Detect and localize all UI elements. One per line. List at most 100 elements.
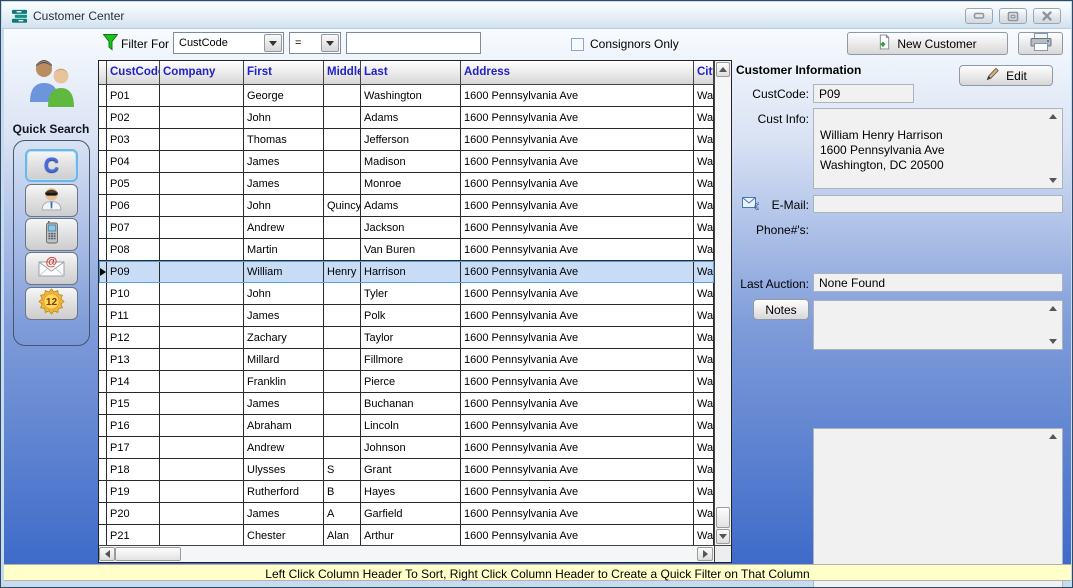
- cell-first: James: [244, 393, 324, 415]
- consignors-only-checkbox[interactable]: [571, 38, 584, 51]
- edit-button[interactable]: Edit: [959, 65, 1053, 86]
- scrollbar-corner: [714, 545, 731, 562]
- scroll-right-button[interactable]: [697, 547, 713, 561]
- row-indicator: [99, 129, 107, 151]
- table-row[interactable]: P03ThomasJefferson1600 Pennsylvania AveW…: [99, 129, 714, 151]
- cust-info-text: William Henry Harrison 1600 Pennsylvania…: [820, 128, 945, 172]
- filter-operator-dropdown[interactable]: =: [289, 32, 341, 54]
- email-field[interactable]: [813, 195, 1063, 213]
- column-header-custcode[interactable]: CustCode: [107, 61, 160, 85]
- table-row[interactable]: P13MillardFillmore1600 Pennsylvania AveW…: [99, 349, 714, 371]
- scroll-up-icon[interactable]: [1049, 434, 1057, 439]
- table-row[interactable]: P20JamesAGarfield1600 Pennsylvania AveWa…: [99, 503, 714, 525]
- cell-middle: [324, 305, 361, 327]
- quick-search-email-button[interactable]: @: [25, 252, 78, 285]
- cell-company: [160, 305, 244, 327]
- vertical-scrollbar[interactable]: [714, 61, 731, 545]
- table-row[interactable]: P01GeorgeWashington1600 Pennsylvania Ave…: [99, 85, 714, 107]
- table-row[interactable]: P17AndrewJohnson1600 Pennsylvania AveWas…: [99, 437, 714, 459]
- cell-middle: [324, 217, 361, 239]
- table-row[interactable]: P10JohnTyler1600 Pennsylvania AveWashing…: [99, 283, 714, 305]
- cell-custcode: P02: [107, 107, 160, 129]
- column-header-last[interactable]: Last: [361, 61, 461, 85]
- cell-last: Jackson: [361, 217, 461, 239]
- quick-search-custcode-button[interactable]: C: [25, 149, 78, 182]
- column-header-company[interactable]: Company: [160, 61, 244, 85]
- scroll-down-button[interactable]: [716, 529, 730, 544]
- close-button[interactable]: [1033, 8, 1061, 24]
- row-indicator: [99, 437, 107, 459]
- new-customer-button[interactable]: New Customer: [847, 32, 1008, 55]
- cell-company: [160, 283, 244, 305]
- scroll-up-button[interactable]: [716, 62, 730, 77]
- cell-address: 1600 Pennsylvania Ave: [461, 151, 694, 173]
- cell-company: [160, 327, 244, 349]
- cell-first: Rutherford: [244, 481, 324, 503]
- chevron-down-icon[interactable]: [264, 34, 282, 52]
- email-at-icon: @: [38, 256, 65, 282]
- cell-address: 1600 Pennsylvania Ave: [461, 217, 694, 239]
- cell-custcode: P08: [107, 239, 160, 261]
- table-row[interactable]: P15JamesBuchanan1600 Pennsylvania AveWas…: [99, 393, 714, 415]
- column-header-city[interactable]: City: [694, 61, 714, 85]
- table-row[interactable]: P14FranklinPierce1600 Pennsylvania AveWa…: [99, 371, 714, 393]
- cell-custcode: P04: [107, 151, 160, 173]
- row-indicator: [99, 217, 107, 239]
- print-button[interactable]: [1018, 32, 1063, 55]
- phones-box[interactable]: [813, 300, 1063, 350]
- cell-address: 1600 Pennsylvania Ave: [461, 283, 694, 305]
- grid-body: P01GeorgeWashington1600 Pennsylvania Ave…: [99, 85, 714, 545]
- cell-middle: [324, 173, 361, 195]
- horizontal-scrollbar[interactable]: [99, 545, 714, 562]
- table-row[interactable]: P16AbrahamLincoln1600 Pennsylvania AveWa…: [99, 415, 714, 437]
- cell-city: Washington: [694, 173, 714, 195]
- scroll-up-icon[interactable]: [1049, 114, 1057, 119]
- maximize-button[interactable]: [999, 8, 1027, 24]
- filter-field-dropdown[interactable]: CustCode: [173, 32, 284, 54]
- cell-address: 1600 Pennsylvania Ave: [461, 415, 694, 437]
- cust-info-box[interactable]: William Henry Harrison 1600 Pennsylvania…: [813, 108, 1063, 189]
- table-row[interactable]: P04JamesMadison1600 Pennsylvania AveWash…: [99, 151, 714, 173]
- quick-search-phone-button[interactable]: [25, 218, 78, 251]
- column-header-address[interactable]: Address: [461, 61, 694, 85]
- table-row[interactable]: P06JohnQuincyAdams1600 Pennsylvania AveW…: [99, 195, 714, 217]
- table-row[interactable]: P19RutherfordBHayes1600 Pennsylvania Ave…: [99, 481, 714, 503]
- table-row[interactable]: P09WilliamHenryHarrison1600 Pennsylvania…: [99, 261, 714, 283]
- cell-city: Washington: [694, 239, 714, 261]
- table-row[interactable]: P07AndrewJackson1600 Pennsylvania AveWas…: [99, 217, 714, 239]
- scroll-down-icon[interactable]: [1049, 339, 1057, 344]
- quick-search-auction-button[interactable]: 12: [25, 287, 78, 320]
- cell-custcode: P06: [107, 195, 160, 217]
- notes-button[interactable]: Notes: [753, 299, 809, 320]
- table-row[interactable]: P11JamesPolk1600 Pennsylvania AveWashing…: [99, 305, 714, 327]
- cell-address: 1600 Pennsylvania Ave: [461, 85, 694, 107]
- cell-last: Lincoln: [361, 415, 461, 437]
- scroll-up-icon[interactable]: [1049, 306, 1057, 311]
- table-row[interactable]: P21ChesterAlanArthur1600 Pennsylvania Av…: [99, 525, 714, 545]
- quick-search-name-button[interactable]: [25, 184, 78, 217]
- cell-last: Fillmore: [361, 349, 461, 371]
- table-row[interactable]: P18UlyssesSGrant1600 Pennsylvania AveWas…: [99, 459, 714, 481]
- minimize-button[interactable]: [965, 8, 993, 24]
- column-header-middle[interactable]: Middle: [324, 61, 361, 85]
- horizontal-scroll-thumb[interactable]: [115, 547, 181, 561]
- column-header-first[interactable]: First: [244, 61, 324, 85]
- customer-grid[interactable]: CustCodeCompanyFirstMiddleLastAddressCit…: [98, 60, 732, 563]
- table-row[interactable]: P08MartinVan Buren1600 Pennsylvania AveW…: [99, 239, 714, 261]
- cell-middle: [324, 107, 361, 129]
- table-row[interactable]: P12ZacharyTaylor1600 Pennsylvania AveWas…: [99, 327, 714, 349]
- scroll-down-icon[interactable]: [1049, 178, 1057, 183]
- cell-last: Garfield: [361, 503, 461, 525]
- cell-first: Andrew: [244, 437, 324, 459]
- filter-value-input[interactable]: [346, 32, 481, 54]
- row-indicator: [99, 503, 107, 525]
- cell-address: 1600 Pennsylvania Ave: [461, 107, 694, 129]
- cell-middle: [324, 283, 361, 305]
- phone-icon: [40, 220, 64, 250]
- scroll-left-button[interactable]: [99, 547, 115, 561]
- table-row[interactable]: P02JohnAdams1600 Pennsylvania AveWashing…: [99, 107, 714, 129]
- vertical-scroll-thumb[interactable]: [716, 507, 730, 528]
- chevron-down-icon[interactable]: [321, 34, 339, 52]
- table-row[interactable]: P05JamesMonroe1600 Pennsylvania AveWashi…: [99, 173, 714, 195]
- cell-address: 1600 Pennsylvania Ave: [461, 349, 694, 371]
